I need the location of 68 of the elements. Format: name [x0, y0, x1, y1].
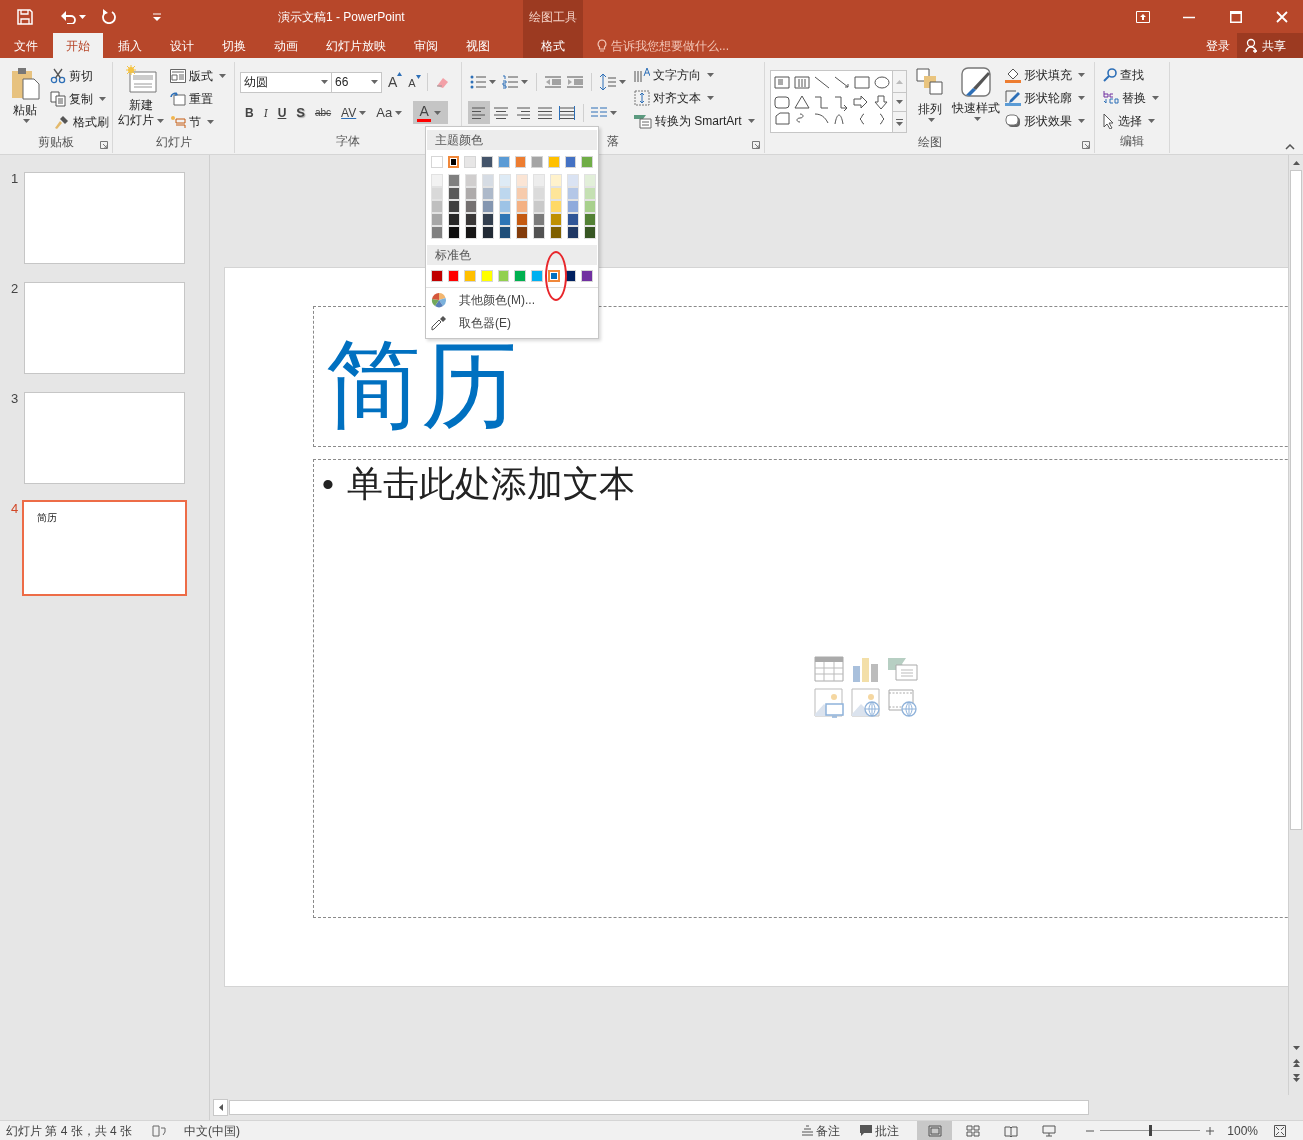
slides-item[interactable]: 节 [168, 110, 228, 133]
editing-item[interactable]: 查找 [1101, 63, 1161, 86]
paragraph-item[interactable]: 对齐文本 [632, 86, 757, 109]
slides-item[interactable]: 版式 [168, 64, 228, 87]
clipboard-item[interactable]: 格式刷 [48, 110, 111, 133]
new-slide-button[interactable]: 新建 幻灯片 [118, 62, 164, 133]
font-style-button[interactable]: abc [310, 101, 337, 124]
menu-section-header: 标准色 [435, 247, 471, 264]
ribbon-tab[interactable]: 设计 [157, 33, 207, 58]
body-text: 单击此处添加文本 [347, 462, 635, 506]
slide-number: 2 [10, 282, 20, 298]
ribbon-tab[interactable]: 文件 [1, 33, 51, 58]
font-name-dropdown[interactable]: 幼圆 [240, 71, 332, 93]
sign-in-link[interactable]: 登录 [1206, 36, 1230, 55]
shrink-font-button[interactable]: A [408, 75, 421, 92]
group-label: 幻灯片 [155, 134, 192, 151]
group-label: 剪贴板 [38, 134, 74, 151]
group-label: 字体 [336, 133, 360, 150]
eyedropper-item[interactable]: 取色器(E) [426, 311, 598, 334]
tool-group-header: 绘图工具 [523, 0, 583, 33]
editing-item[interactable]: 替换 [1101, 86, 1161, 109]
grow-font-button[interactable]: A [388, 71, 403, 93]
drawing-item[interactable]: 形状效果 [1003, 109, 1087, 132]
ribbon-tab[interactable]: 视图 [453, 33, 503, 58]
ribbon-tab[interactable]: 审阅 [401, 33, 451, 58]
font-style-button[interactable]: I [258, 101, 273, 124]
ribbon-tab[interactable]: 动画 [261, 33, 311, 58]
drawing-item[interactable]: 形状填充 [1003, 63, 1087, 86]
paste-button[interactable]: 粘贴 [4, 62, 46, 133]
group-label: 绘图 [917, 134, 942, 151]
clipboard-item[interactable]: 剪切 [48, 64, 111, 87]
slide-info: 幻灯片 第 4 张，共 4 张 [6, 1122, 133, 1140]
paragraph-item[interactable]: 转换为 SmartArt [632, 109, 757, 132]
ribbon-tab[interactable]: 开始 [53, 33, 103, 58]
ribbon-tab[interactable]: 插入 [105, 33, 155, 58]
paragraph-item[interactable]: 文字方向 [632, 63, 757, 86]
ribbon-tab[interactable]: 切换 [209, 33, 259, 58]
thumbnail-title: 简历 [37, 511, 57, 525]
ribbon-tab[interactable]: 格式 [523, 33, 583, 58]
font-style-button[interactable]: S [291, 101, 310, 124]
slide-number: 4 [10, 502, 20, 518]
group-label: 编辑 [1120, 133, 1144, 150]
share-button[interactable]: 共享 [1237, 33, 1303, 58]
group-label: 落 [607, 133, 619, 150]
language-label[interactable]: 中文(中国) [184, 1121, 241, 1140]
slides-item[interactable]: 重置 [168, 87, 228, 110]
arrange-button[interactable]: 排列 [916, 62, 944, 133]
font-color-button[interactable]: A [413, 101, 449, 124]
editing-item[interactable]: 选择 [1101, 109, 1161, 132]
comments-button[interactable]: 批注 [860, 1121, 900, 1140]
window-title: 演示文稿1 - PowerPoint [278, 8, 405, 26]
ribbon-tab[interactable]: 幻灯片放映 [313, 33, 399, 58]
font-size-dropdown[interactable]: 66 [332, 71, 382, 93]
slide-number: 3 [10, 392, 20, 408]
bullet: • [322, 464, 335, 505]
notes-button[interactable]: 备注 [802, 1121, 841, 1140]
drawing-item[interactable]: 形状轮廓 [1003, 86, 1087, 109]
font-style-button[interactable]: AV [336, 101, 372, 124]
zoom-level[interactable]: 100% [1227, 1121, 1258, 1140]
font-style-button[interactable]: B [240, 101, 259, 124]
quick-styles-button[interactable]: 快速样式 [952, 62, 1000, 133]
clipboard-item[interactable]: 复制 [48, 87, 111, 110]
tell-me-field[interactable]: 告诉我您想要做什么... [611, 36, 811, 55]
menu-section-header: 主题颜色 [435, 132, 483, 149]
slide-number: 1 [10, 172, 20, 188]
slide-thumbnail[interactable]: 简历 [22, 500, 187, 596]
font-style-button[interactable]: Aa [371, 101, 408, 124]
font-style-button[interactable]: U [272, 101, 292, 124]
